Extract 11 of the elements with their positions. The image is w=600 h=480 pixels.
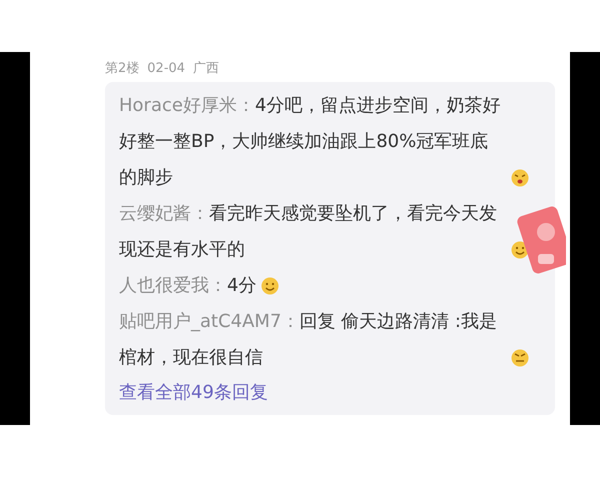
- floor-number: 第2楼: [105, 60, 140, 77]
- emoji-icon: [511, 169, 529, 187]
- view-all-replies-link[interactable]: 查看全部49条回复: [119, 376, 268, 410]
- reply-comment: 云缨妃酱：看完昨天感觉要坠机了，看完今天发现还是有水平的: [119, 202, 498, 262]
- emoji-icon: [261, 277, 280, 295]
- reply-comment: 贴吧用户_atC4AM7：回复 偷天边路清清 :我是棺材，现在很自信: [119, 310, 498, 370]
- post-location: 广西: [193, 60, 220, 77]
- emoji-icon: [511, 349, 529, 367]
- reply-comment: Horace好厚米：4分吧，留点进步空间，奶茶好好整一整BP，大帅继续加油跟上80%冠军班底的脚步: [119, 94, 502, 190]
- reply-comment: 人也很爱我：4分: [119, 274, 256, 298]
- post-date: 02-04: [147, 60, 186, 76]
